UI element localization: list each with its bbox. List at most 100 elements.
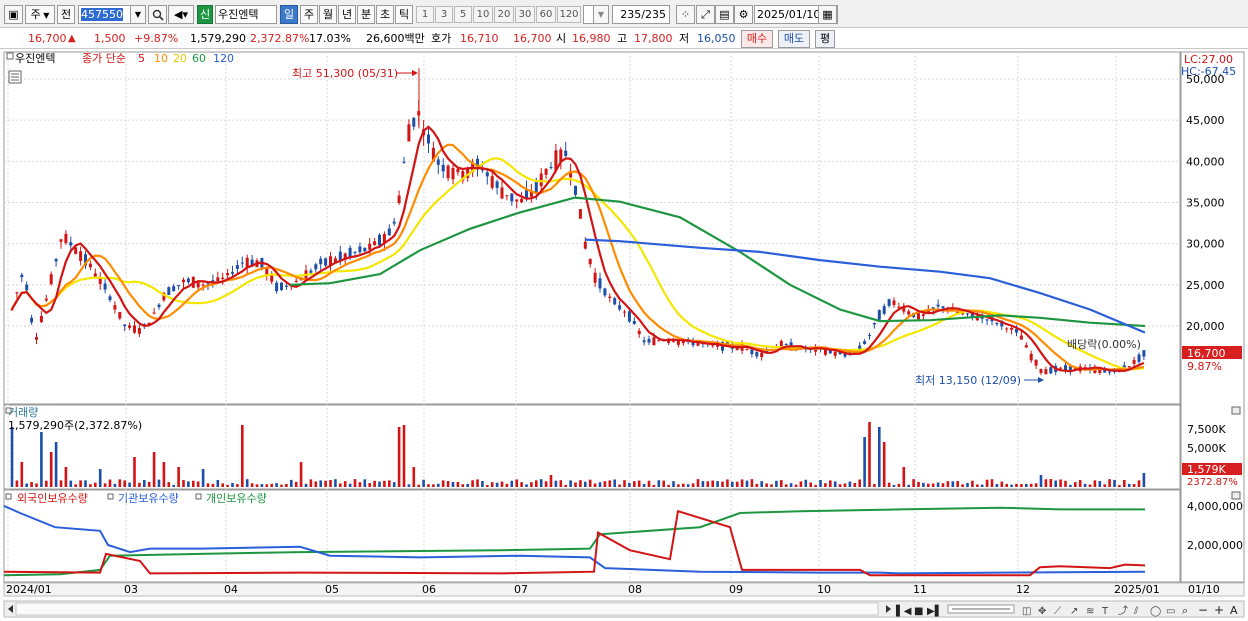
volume-bar [476, 479, 479, 487]
volume-bar [814, 484, 817, 487]
speaker-icon[interactable]: ◀▾ [168, 5, 194, 24]
window-icon[interactable]: ▣ [4, 5, 23, 24]
volume-bar [1074, 482, 1077, 487]
candle-body [872, 322, 876, 325]
rect-tool-icon[interactable]: ▭ [1166, 606, 1175, 617]
volume-bar [819, 480, 822, 487]
minute-option-10[interactable]: 10 [473, 6, 493, 23]
candle-body [167, 287, 171, 295]
zoom-out-icon[interactable]: − [1198, 603, 1208, 617]
period-tab-minute[interactable]: 분 [357, 5, 375, 24]
average-button[interactable]: 평 [815, 30, 835, 48]
volume-panel [3, 404, 1181, 490]
market-select[interactable]: 주 ▼ [25, 5, 55, 24]
volume-bar [461, 484, 465, 487]
period-tab-year[interactable]: 년 [338, 5, 356, 24]
chart-area[interactable]: 우진엔텍 종가 단순 5 10 20 60 120 최고 51,300 (05/… [0, 50, 1248, 621]
minute-option-3[interactable]: 3 [435, 6, 453, 23]
search-icon[interactable] [148, 5, 167, 24]
volume-bar [829, 480, 832, 487]
volume-bar [260, 484, 264, 487]
channel-tool-icon[interactable]: ⫽ [1133, 606, 1139, 617]
stock-chart[interactable]: 우진엔텍 종가 단순 5 10 20 60 120 최고 51,300 (05/… [0, 50, 1248, 621]
volume-bar [618, 484, 621, 487]
candle-body [358, 246, 362, 253]
volume-bar [10, 427, 14, 487]
volume-bar [226, 484, 229, 487]
zoom-in-icon[interactable]: + [1214, 603, 1224, 617]
period-tab-tick[interactable]: 틱 [395, 5, 413, 24]
volume-bar [544, 481, 548, 487]
drawing-tool-icon[interactable]: ◫ [1022, 606, 1031, 617]
volume-bar [275, 483, 278, 487]
minute-option-30[interactable]: 30 [515, 6, 535, 23]
period-tab-second[interactable]: 초 [376, 5, 394, 24]
grid-icon[interactable]: ⁘ [676, 5, 695, 24]
rewind-icon[interactable]: ▌◀ [895, 604, 912, 617]
period-tab-day[interactable]: 일 [280, 5, 298, 24]
volume-bar [633, 481, 636, 487]
candle-body [1132, 359, 1136, 364]
chevron-down-icon[interactable]: ▼ [130, 5, 146, 24]
volume-bar [701, 481, 705, 487]
candle-body [1039, 369, 1043, 374]
ellipse-tool-icon[interactable]: ◯ [1150, 606, 1161, 617]
candle-body [1024, 345, 1028, 348]
crosshair-icon[interactable]: ✥ [1038, 606, 1046, 617]
candle-body [196, 282, 200, 288]
candle-body [583, 241, 587, 249]
fast-forward-icon[interactable]: ▶▌ [927, 604, 942, 617]
chevron-down-icon[interactable]: ▼ [593, 5, 609, 24]
buy-button[interactable]: 매수 [741, 30, 773, 48]
horizontal-scrollbar[interactable] [15, 602, 879, 616]
expand-icon[interactable]: ⤢ [696, 5, 715, 24]
sell-button[interactable]: 매도 [778, 30, 810, 48]
minute-option-20[interactable]: 20 [494, 6, 514, 23]
volume-bar [397, 427, 401, 487]
volume-bar [711, 480, 714, 487]
period-tab-week[interactable]: 주 [300, 5, 318, 24]
volume-bar [500, 481, 504, 487]
text-tool-icon[interactable]: T [1101, 606, 1109, 617]
minute-option-1[interactable]: 1 [416, 6, 434, 23]
volume-bar [363, 479, 367, 487]
volume-bar [1015, 483, 1018, 487]
trend-tool-icon[interactable]: ⤴ [1118, 604, 1128, 617]
minute-option-5[interactable]: 5 [454, 6, 472, 23]
arrow-tool-icon[interactable]: ↗ [1070, 606, 1078, 617]
zoom-search-icon[interactable]: ⌕ [1182, 604, 1188, 617]
candle-body [1108, 371, 1112, 373]
candle-body [108, 296, 112, 301]
stock-name-field[interactable]: 우진엔텍 [215, 5, 277, 24]
volume-bar [946, 481, 950, 487]
volume-bar [172, 484, 175, 487]
volume-bar [966, 482, 969, 487]
price-tick-label: 35,000 [1186, 197, 1225, 210]
fib-tool-icon[interactable]: ≋ [1086, 606, 1094, 617]
turnover-rate: 17.03% [309, 32, 351, 45]
close-panel-icon[interactable] [1231, 491, 1241, 500]
volume-tick-5000: 5,000K [1187, 442, 1226, 455]
gear-icon[interactable]: ⚙ [734, 5, 753, 24]
minute-option-60[interactable]: 60 [536, 6, 556, 23]
volume-bar [231, 482, 234, 487]
font-size-icon[interactable]: A [1230, 604, 1238, 617]
volume-bar [270, 483, 273, 487]
stop-icon[interactable]: ■ [914, 606, 923, 617]
market-scope-button[interactable]: 전 [57, 5, 75, 24]
candle-body [319, 258, 323, 265]
period-tab-month[interactable]: 월 [319, 5, 337, 24]
minute-option-120[interactable]: 120 [557, 6, 581, 23]
save-icon[interactable]: ▤ [715, 5, 734, 24]
candle-body [15, 292, 19, 294]
volume-bar [1069, 484, 1072, 487]
volume-bar [20, 462, 24, 487]
data-count-field[interactable]: 235/235 [612, 5, 670, 24]
close-panel-icon[interactable] [1231, 406, 1241, 415]
line-tool-icon[interactable]: ⟋ [1054, 606, 1061, 617]
legend-ma-60: 60 [192, 52, 206, 65]
volume-bar [799, 481, 803, 487]
calendar-icon[interactable]: ▦ [818, 5, 837, 24]
candle-body [20, 274, 24, 278]
volume-bar [64, 467, 68, 487]
